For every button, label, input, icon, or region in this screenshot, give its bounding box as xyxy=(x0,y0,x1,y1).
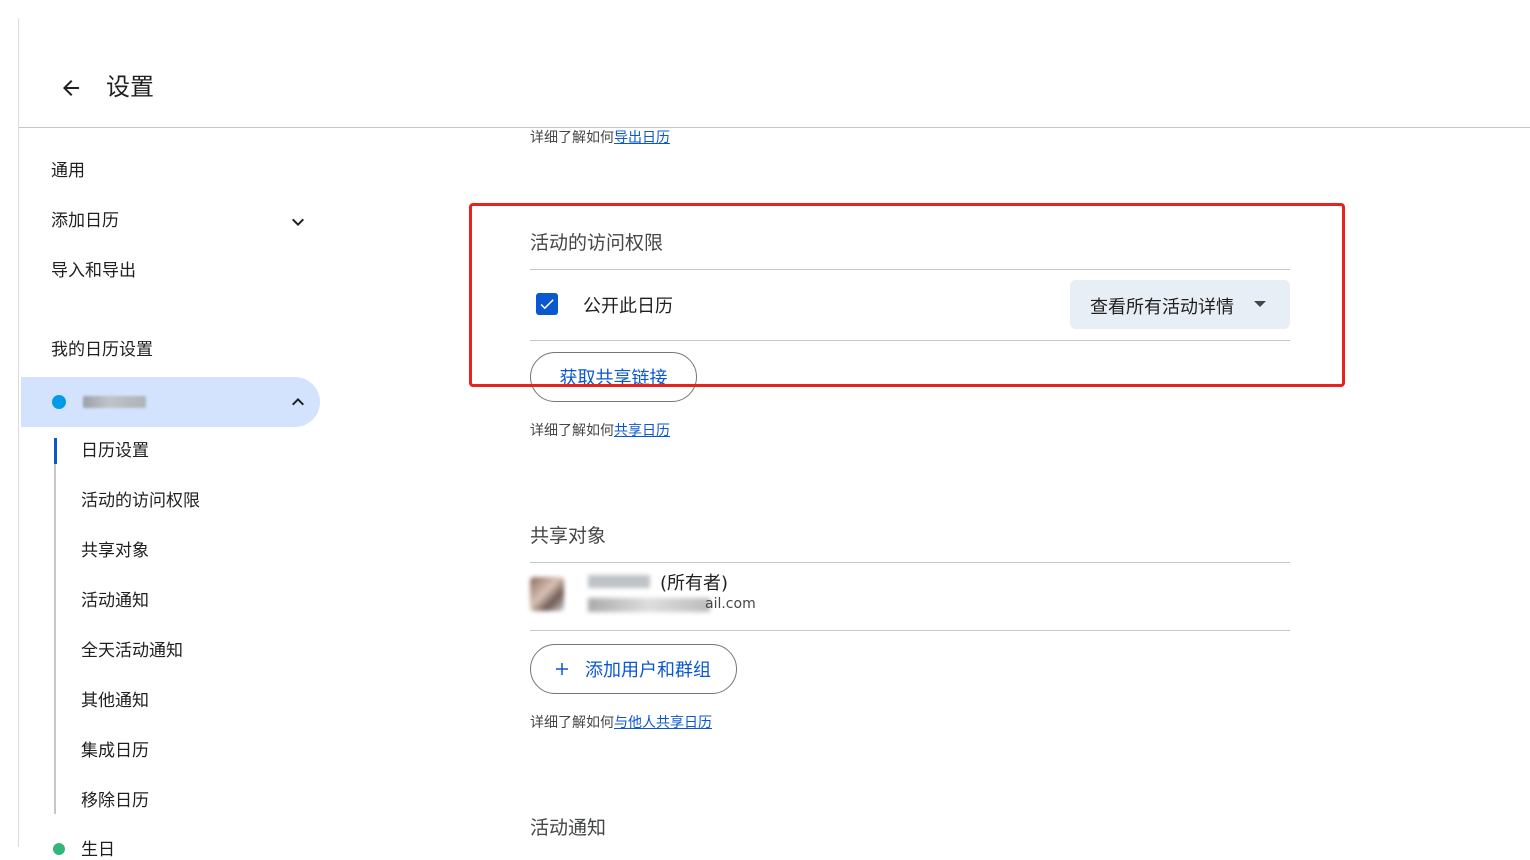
visibility-select-value: 查看所有活动详情 xyxy=(1090,297,1234,318)
chevron-down-icon[interactable] xyxy=(286,210,310,234)
divider xyxy=(530,630,1290,631)
owner-name-blurred xyxy=(588,575,650,588)
subnav-other-notifications[interactable]: 其他通知 xyxy=(81,688,149,714)
calendar-item-selected[interactable] xyxy=(21,377,320,427)
calendar-color-dot xyxy=(52,395,66,409)
access-section-title: 活动的访问权限 xyxy=(530,232,664,254)
nav-birthdays[interactable]: 生日 xyxy=(81,835,115,860)
nav-import-export[interactable]: 导入和导出 xyxy=(51,258,136,284)
add-users-groups-button[interactable]: 添加用户和群组 xyxy=(530,644,737,694)
share-learn-more: 详细了解如何共享日历 xyxy=(530,423,670,439)
dropdown-arrow-icon xyxy=(1254,301,1266,307)
subnav-event-notifications[interactable]: 活动通知 xyxy=(81,588,149,614)
arrow-back-icon xyxy=(63,80,79,96)
subnav-remove-calendar[interactable]: 移除日历 xyxy=(81,788,149,814)
subnav-access-permissions[interactable]: 活动的访问权限 xyxy=(81,488,200,514)
notifications-section-title: 活动通知 xyxy=(530,817,607,839)
check-icon xyxy=(540,299,554,310)
back-button[interactable] xyxy=(53,70,89,106)
subnav-integrate-calendar[interactable]: 集成日历 xyxy=(81,738,149,764)
owner-email-blurred xyxy=(588,598,710,612)
share-others-learn-more: 详细了解如何与他人共享日历 xyxy=(530,715,712,731)
my-calendar-settings-heading: 我的日历设置 xyxy=(51,340,153,360)
subnav-track xyxy=(54,438,56,814)
settings-header: 设置 xyxy=(19,0,1530,128)
calendar-name-blurred xyxy=(83,396,146,408)
birthday-color-dot xyxy=(53,843,65,855)
export-calendar-link[interactable]: 导出日历 xyxy=(614,130,670,146)
subnav-active-indicator xyxy=(54,438,57,464)
shared-section-title: 共享对象 xyxy=(530,525,607,547)
public-calendar-checkbox[interactable] xyxy=(536,293,558,315)
owner-tag: (所有者) xyxy=(660,573,729,594)
plus-icon xyxy=(556,663,568,675)
owner-email-tail: ail.com xyxy=(705,596,756,612)
divider xyxy=(530,562,1290,563)
share-calendar-link[interactable]: 共享日历 xyxy=(614,423,670,439)
chevron-up-icon[interactable] xyxy=(286,390,310,414)
public-calendar-label: 公开此日历 xyxy=(583,296,673,317)
subnav-allday-notifications[interactable]: 全天活动通知 xyxy=(81,638,183,664)
share-with-others-link[interactable]: 与他人共享日历 xyxy=(614,715,712,731)
settings-sidebar: 通用 添加日历 导入和导出 我的日历设置 日历设置 活动的访问权限 共享对象 活… xyxy=(19,128,339,860)
visibility-select[interactable]: 查看所有活动详情 xyxy=(1070,280,1290,329)
divider xyxy=(530,269,1290,270)
subnav-calendar-settings[interactable]: 日历设置 xyxy=(81,438,149,464)
get-share-link-button[interactable]: 获取共享链接 xyxy=(530,352,697,402)
page-title: 设置 xyxy=(106,73,154,101)
divider xyxy=(530,340,1290,341)
nav-add-calendar[interactable]: 添加日历 xyxy=(51,208,119,234)
subnav-shared-with[interactable]: 共享对象 xyxy=(81,538,149,564)
export-learn-more: 详细了解如何导出日历 xyxy=(530,130,670,146)
nav-general[interactable]: 通用 xyxy=(51,158,85,184)
avatar xyxy=(530,577,564,611)
